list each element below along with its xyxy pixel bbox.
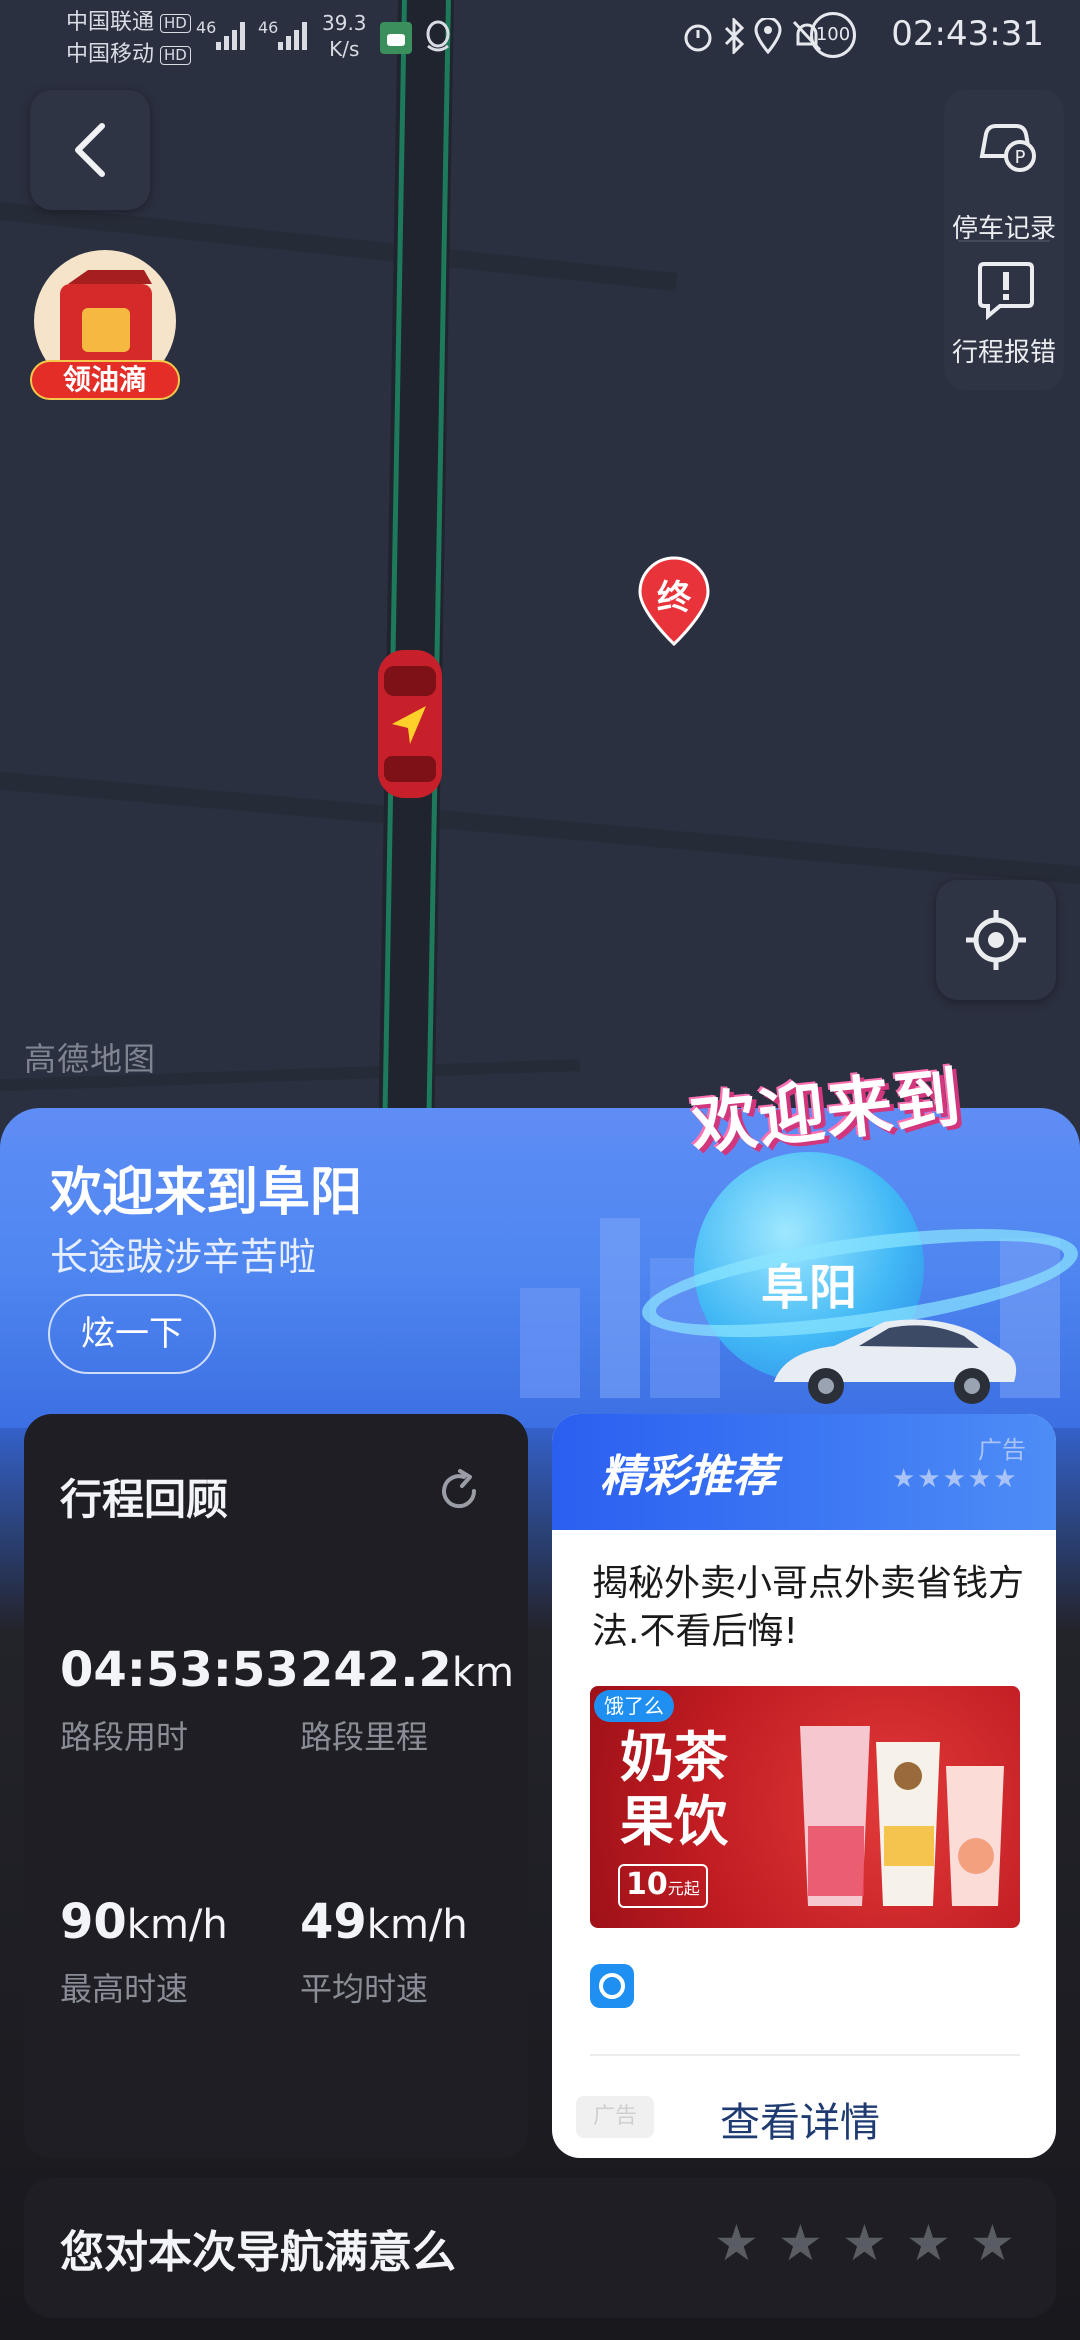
map-watermark: 高德地图 — [24, 1040, 157, 1078]
map-road — [0, 770, 1080, 889]
back-button[interactable] — [30, 90, 150, 210]
battery-indicator: 100 — [810, 12, 856, 58]
destination-marker-label: 终 — [657, 578, 691, 618]
bluetooth-icon — [724, 18, 745, 54]
status-bar: 中国联通 HD 中国移动 HD 46 46 39.3 K/s 100 02:43:3… — [0, 0, 1080, 80]
navigation-rating-card: 您对本次导航满意么 ★ ★ ★ ★ ★ — [24, 2178, 1056, 2318]
network-speed-value: 39.3 — [322, 11, 367, 35]
clock: 02:43:31 — [891, 14, 1044, 54]
android-icon — [380, 22, 412, 54]
network-speed: 39.3 K/s — [322, 10, 367, 62]
ad-header: 精彩推荐 广告 ★★★★★ — [552, 1414, 1056, 1530]
ad-image-text: 奶茶 果饮 — [620, 1726, 728, 1853]
divider — [590, 2054, 1020, 2056]
ad-image-badge: 10元起 — [618, 1864, 708, 1908]
oil-promo-button[interactable]: 领油滴 — [30, 250, 180, 400]
rating-star-icon[interactable]: ★ — [906, 2214, 951, 2272]
trip-error-report-label: 行程报错 — [951, 338, 1056, 368]
report-error-icon — [978, 262, 1034, 320]
ad-footer-tag: 广告 — [576, 2096, 654, 2138]
signal-icon — [278, 22, 307, 50]
share-show-off-button[interactable]: 炫一下 — [48, 1294, 216, 1374]
operator-2-name: 中国移动 — [66, 42, 155, 67]
stat-value: 04:53:53 — [60, 1642, 299, 1698]
welcome-title: 欢迎来到阜阳 — [50, 1163, 363, 1223]
stat-value: 242.2km — [300, 1642, 514, 1698]
rating-star-icon[interactable]: ★ — [842, 2214, 887, 2272]
car-position-icon — [378, 650, 442, 798]
hd-badge: HD — [160, 13, 191, 33]
recommendation-ad-card[interactable]: 精彩推荐 广告 ★★★★★ 揭秘外卖小哥点外卖省钱方法.不看后悔! 饿了么 奶茶… — [552, 1414, 1056, 2158]
welcome-subtitle: 长途跋涉辛苦啦 — [50, 1235, 317, 1279]
location-icon — [754, 18, 782, 54]
ad-header-stars: ★★★★★ — [892, 1464, 1019, 1494]
parking-record-button[interactable]: P 停车记录 — [944, 116, 1064, 246]
side-action-panel: P 停车记录 行程报错 — [944, 90, 1064, 390]
sports-car-graphic — [774, 1319, 1017, 1404]
stat-max-speed: 90km/h 最高时速 — [60, 1894, 228, 2010]
operator-1-name: 中国联通 — [66, 10, 155, 35]
map-view[interactable]: 终 高德地图 领油滴 P 停车记录 行程报错 — [0, 0, 1080, 1140]
operator-1: 中国联通 HD — [66, 8, 191, 38]
alarm-icon — [684, 24, 712, 52]
svg-text:P: P — [1015, 147, 1026, 168]
trip-review-card: 行程回顾 04:53:53 路段用时 242.2km 路段里程 90km/h 最… — [24, 1414, 528, 2158]
locate-button[interactable] — [936, 880, 1056, 1000]
rating-star-icon[interactable]: ★ — [970, 2214, 1015, 2272]
network-speed-unit: K/s — [329, 37, 360, 61]
trip-review-title: 行程回顾 — [60, 1475, 229, 1524]
ad-tag: 广告 — [978, 1436, 1026, 1464]
refresh-icon[interactable] — [434, 1466, 484, 1516]
ad-header-title: 精彩推荐 — [600, 1451, 776, 1502]
stat-duration: 04:53:53 路段用时 — [60, 1642, 299, 1758]
eleme-logo-icon — [590, 1964, 634, 2008]
ad-details-button[interactable]: 查看详情 — [720, 2090, 880, 2148]
signal-icon — [216, 22, 245, 50]
rating-star-icon[interactable]: ★ — [714, 2214, 759, 2272]
divider — [958, 240, 1050, 242]
stat-avg-speed: 49km/h 平均时速 — [300, 1894, 468, 2010]
stat-value: 49km/h — [300, 1894, 468, 1950]
arrival-panel: 阜阳 欢迎来到阜阳 长途跋涉辛苦啦 炫一下 欢迎来到 行程回顾 04:53:53… — [0, 1059, 1080, 2340]
trip-error-report-button[interactable]: 行程报错 — [944, 260, 1064, 390]
hd-badge: HD — [160, 45, 191, 65]
stat-label: 路段里程 — [300, 1718, 429, 1756]
locate-icon — [966, 910, 1026, 970]
welcome-banner: 阜阳 欢迎来到阜阳 长途跋涉辛苦啦 炫一下 — [0, 1108, 1080, 1428]
stat-label: 路段用时 — [60, 1718, 189, 1756]
stat-label: 平均时速 — [300, 1970, 429, 2008]
back-arrow-icon — [75, 123, 105, 177]
rating-question: 您对本次导航满意么 — [60, 2227, 456, 2278]
rating-star-icon[interactable]: ★ — [778, 2214, 823, 2272]
ad-image: 饿了么 奶茶 果饮 10元起 — [590, 1686, 1020, 1928]
operator-2: 中国移动 HD — [66, 40, 191, 70]
milk-tea-cups-graphic — [800, 1726, 1004, 1906]
stat-distance: 242.2km 路段里程 — [300, 1642, 514, 1758]
stat-label: 最高时速 — [60, 1970, 189, 2008]
oil-promo-label: 领油滴 — [30, 360, 180, 400]
qq-icon — [426, 20, 450, 52]
parking-car-icon: P — [979, 124, 1036, 172]
ad-headline: 揭秘外卖小哥点外卖省钱方法.不看后悔! — [592, 1563, 1025, 1652]
ad-brand-badge: 饿了么 — [594, 1690, 674, 1722]
stat-value: 90km/h — [60, 1894, 228, 1950]
